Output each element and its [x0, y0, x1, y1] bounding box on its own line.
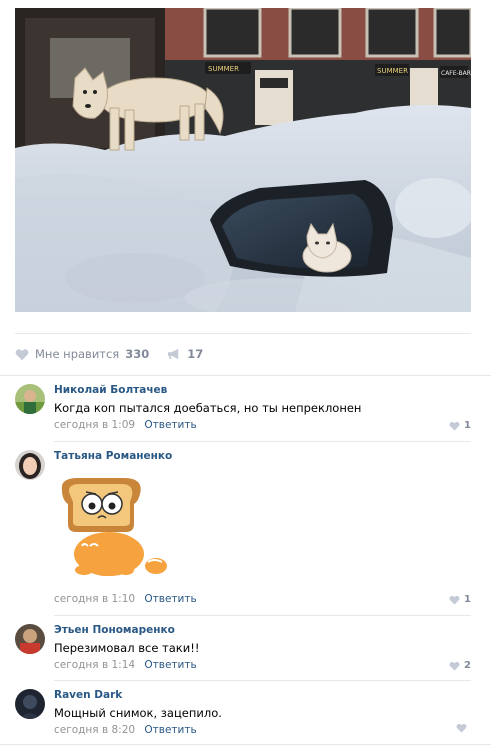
comment-time[interactable]: сегодня в 1:09 [54, 419, 135, 431]
comment-item: Этьен Пономаренко Перезимовал все таки!!… [15, 624, 471, 674]
comment-like-button[interactable]: 1 [449, 420, 471, 431]
shop-sign: CAFE-BAR [441, 70, 471, 77]
comment-like-button[interactable] [456, 723, 471, 733]
comment-author[interactable]: Этьен Пономаренко [54, 624, 471, 637]
comment-item: Татьяна Романенко сегодня в 1:10 Ответит… [15, 450, 471, 610]
share-button[interactable]: 17 [167, 347, 203, 361]
reply-button[interactable]: Ответить [144, 419, 196, 431]
comment-item: Raven Dark Мощный снимок, зацепило. сего… [15, 689, 471, 739]
heart-icon [449, 595, 460, 604]
like-label: Мне нравится [35, 347, 120, 361]
comment-time[interactable]: сегодня в 1:14 [54, 659, 135, 671]
comment-author[interactable]: Татьяна Романенко [54, 450, 471, 463]
comment-like-count: 2 [464, 660, 471, 671]
reply-button[interactable]: Ответить [144, 659, 196, 671]
comment-like-count: 1 [464, 420, 471, 431]
reply-button[interactable]: Ответить [144, 724, 196, 736]
divider [54, 441, 471, 442]
comment-item: Николай Болтачев Когда коп пытался доеба… [15, 384, 471, 434]
like-button[interactable]: Мне нравится 330 [15, 347, 149, 361]
divider [54, 615, 471, 616]
comment-time[interactable]: сегодня в 8:20 [54, 724, 135, 736]
avatar[interactable] [15, 689, 45, 719]
divider [15, 333, 471, 334]
avatar[interactable] [15, 624, 45, 654]
comment-like-count: 1 [464, 594, 471, 605]
post-photo[interactable]: SUMMER SUMMER CAFE-BAR [15, 8, 471, 312]
like-count: 330 [125, 347, 150, 361]
comment-like-button[interactable]: 2 [449, 660, 471, 671]
avatar[interactable] [15, 450, 45, 480]
heart-icon [449, 421, 460, 430]
comment-text: Мощный снимок, зацепило. [54, 706, 222, 720]
reply-button[interactable]: Ответить [144, 593, 196, 605]
cat-in-bread-sticker [61, 478, 167, 576]
comment-time[interactable]: сегодня в 1:10 [54, 593, 135, 605]
comment-author[interactable]: Николай Болтачев [54, 384, 471, 397]
shop-sign: SUMMER [208, 65, 239, 73]
comment-like-button[interactable]: 1 [449, 594, 471, 605]
heart-icon [15, 348, 29, 360]
megaphone-icon [168, 348, 179, 360]
comment-text: Перезимовал все таки!! [54, 641, 200, 655]
photo-dog-on-snow-cat-in-car: SUMMER SUMMER CAFE-BAR [15, 8, 471, 312]
divider [0, 375, 491, 376]
comment-author[interactable]: Raven Dark [54, 689, 471, 702]
divider [54, 680, 471, 681]
shop-sign: SUMMER [377, 67, 408, 75]
share-count: 17 [187, 347, 204, 361]
comment-text: Когда коп пытался доебаться, но ты непре… [54, 401, 362, 415]
post-container: SUMMER SUMMER CAFE-BAR Мне нравится 330 … [0, 0, 491, 745]
heart-icon [449, 661, 460, 670]
avatar[interactable] [15, 384, 45, 414]
heart-icon [456, 723, 467, 733]
post-actions: Мне нравится 330 17 [15, 344, 203, 364]
